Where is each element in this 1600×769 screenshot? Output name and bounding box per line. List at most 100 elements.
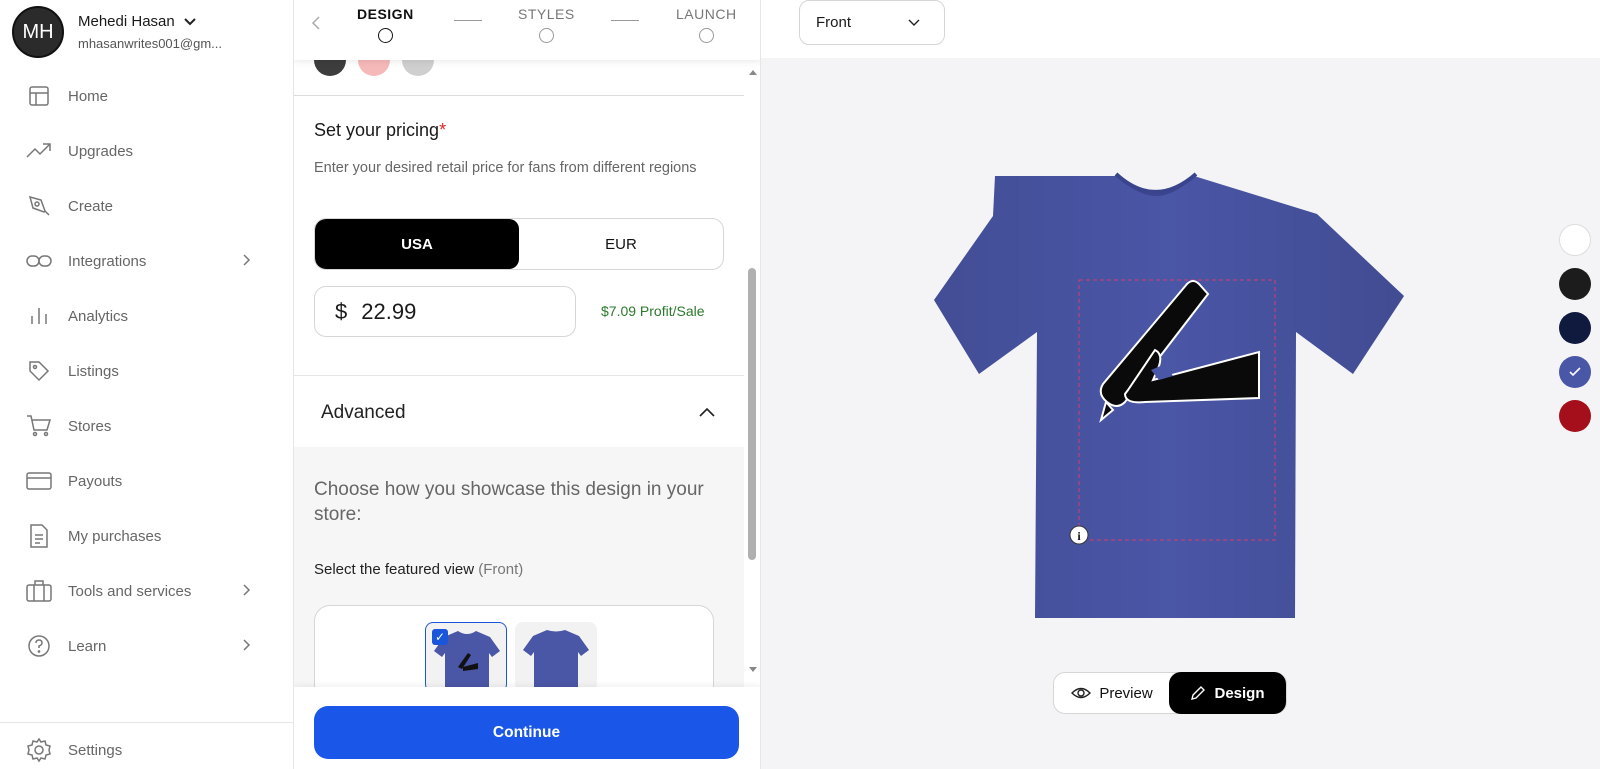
profile-info[interactable]: Mehedi Hasan mhasanwrites001@gm... — [78, 13, 222, 51]
tag-icon — [26, 358, 52, 384]
chevron-right-icon — [243, 254, 251, 266]
front-view-thumbnail[interactable]: ✓ — [425, 622, 507, 693]
color-option-black[interactable] — [1559, 268, 1591, 300]
sidebar-item-label: Settings — [68, 741, 123, 759]
step-indicator — [538, 28, 554, 43]
scroll-up-icon[interactable] — [748, 68, 758, 76]
app-window: MH Mehedi Hasan mhasanwrites001@gm... Ho… — [0, 0, 1600, 769]
showcase-heading: Choose how you showcase this design in y… — [314, 479, 704, 525]
preview-button[interactable]: Preview — [1054, 673, 1170, 713]
pen-tool-icon — [26, 193, 52, 219]
featured-view-value: (Front) — [478, 561, 524, 578]
required-mark: * — [439, 120, 447, 140]
product-canvas: Front i Preview Design — [761, 0, 1600, 769]
document-icon — [26, 523, 52, 549]
shirt-preview-area: i — [761, 58, 1600, 769]
back-arrow-icon[interactable] — [310, 14, 322, 32]
help-icon — [26, 633, 52, 659]
briefcase-icon — [26, 578, 52, 604]
advanced-label: Advanced — [321, 402, 406, 423]
layout-icon — [26, 83, 52, 109]
avatar[interactable]: MH — [12, 6, 64, 58]
design-button[interactable]: Design — [1169, 672, 1286, 714]
preview-design-toggle: Preview Design — [1053, 672, 1287, 714]
tshirt-mockup[interactable]: i — [761, 58, 1600, 769]
link-icon — [26, 248, 52, 274]
pencil-icon — [1191, 686, 1206, 700]
continue-button[interactable]: Continue — [314, 706, 739, 759]
sidebar-item-upgrades[interactable]: Upgrades — [0, 131, 294, 171]
sidebar-item-listings[interactable]: Listings — [0, 351, 294, 391]
checkmark-icon — [1569, 367, 1581, 377]
step-connector — [454, 20, 482, 21]
profile-email: mhasanwrites001@gm... — [78, 36, 222, 51]
sidebar-item-my-purchases[interactable]: My purchases — [0, 516, 294, 556]
step-indicator — [377, 28, 393, 43]
advanced-accordion-header[interactable]: Advanced — [294, 376, 744, 447]
step-styles[interactable]: STYLES — [518, 6, 575, 43]
sidebar-item-payouts[interactable]: Payouts — [0, 461, 294, 501]
sidebar-item-analytics[interactable]: Analytics — [0, 296, 294, 336]
price-value[interactable]: 22.99 — [361, 299, 416, 325]
region-usa-button[interactable]: USA — [315, 219, 519, 269]
view-select[interactable]: Front — [799, 0, 945, 45]
sidebar-item-settings[interactable]: Settings — [0, 730, 294, 769]
scroll-down-icon[interactable] — [748, 666, 758, 674]
back-view-thumbnail[interactable] — [515, 622, 597, 692]
sidebar-item-integrations[interactable]: Integrations — [0, 241, 294, 281]
panel-footer: Continue — [294, 687, 760, 769]
sidebar: MH Mehedi Hasan mhasanwrites001@gm... Ho… — [0, 0, 294, 769]
scrollbar[interactable] — [744, 62, 760, 687]
cart-icon — [26, 413, 52, 439]
profile-name-row[interactable]: Mehedi Hasan — [78, 13, 222, 30]
gear-icon — [26, 737, 52, 763]
scroll-thumb[interactable] — [748, 268, 756, 560]
eye-icon — [1071, 687, 1092, 699]
card-icon — [26, 468, 52, 494]
chevron-up-icon — [699, 407, 715, 417]
advanced-section: Choose how you showcase this design in y… — [294, 447, 744, 705]
step-indicator — [698, 28, 714, 43]
step-label: DESIGN — [357, 6, 414, 22]
featured-label-text: Select the featured view — [314, 561, 475, 578]
region-eur-button[interactable]: EUR — [519, 219, 723, 269]
sidebar-item-label: Learn — [68, 637, 107, 655]
chevron-down-icon — [184, 17, 196, 25]
checkbox-checked-icon[interactable]: ✓ — [432, 629, 448, 645]
sidebar-item-label: Analytics — [68, 307, 129, 325]
bar-chart-icon — [26, 303, 52, 329]
sidebar-item-label: Home — [68, 87, 109, 105]
sidebar-item-create[interactable]: Create — [0, 186, 294, 226]
color-option-white[interactable] — [1559, 224, 1591, 256]
profile-menu[interactable]: MH Mehedi Hasan mhasanwrites001@gm... — [12, 6, 222, 58]
sidebar-item-stores[interactable]: Stores — [0, 406, 294, 446]
step-launch[interactable]: LAUNCH — [676, 6, 737, 43]
info-icon[interactable]: i — [1069, 525, 1089, 545]
stepper: DESIGN STYLES LAUNCH — [294, 0, 760, 60]
step-label: LAUNCH — [676, 6, 737, 22]
tshirt-back-image — [523, 630, 589, 692]
step-design[interactable]: DESIGN — [357, 6, 414, 43]
chevron-right-icon — [243, 639, 251, 651]
preview-label: Preview — [1099, 684, 1153, 702]
color-option-navy[interactable] — [1559, 312, 1591, 344]
trend-icon — [26, 138, 52, 164]
profile-name: Mehedi Hasan — [78, 13, 175, 30]
shirt-color-picker — [1559, 224, 1591, 444]
sidebar-item-tools-and-services[interactable]: Tools and services — [0, 571, 294, 611]
chevron-down-icon — [908, 19, 920, 26]
sidebar-item-label: Payouts — [68, 472, 123, 490]
sidebar-item-learn[interactable]: Learn — [0, 626, 294, 666]
featured-view-label: Select the featured view (Front) — [314, 561, 523, 578]
pricing-title-text: Set your pricing — [314, 120, 440, 140]
price-input[interactable]: $ 22.99 — [314, 286, 576, 337]
color-option-red[interactable] — [1559, 400, 1591, 432]
sidebar-item-label: Tools and services — [68, 582, 192, 600]
design-label: Design — [1214, 684, 1265, 702]
sidebar-item-home[interactable]: Home — [0, 76, 294, 116]
color-option-royal-blue[interactable] — [1559, 356, 1591, 388]
region-toggle: USA EUR — [314, 218, 724, 270]
section-divider — [294, 95, 744, 96]
sidebar-item-label: Listings — [68, 362, 119, 380]
pricing-description: Enter your desired retail price for fans… — [314, 160, 697, 176]
